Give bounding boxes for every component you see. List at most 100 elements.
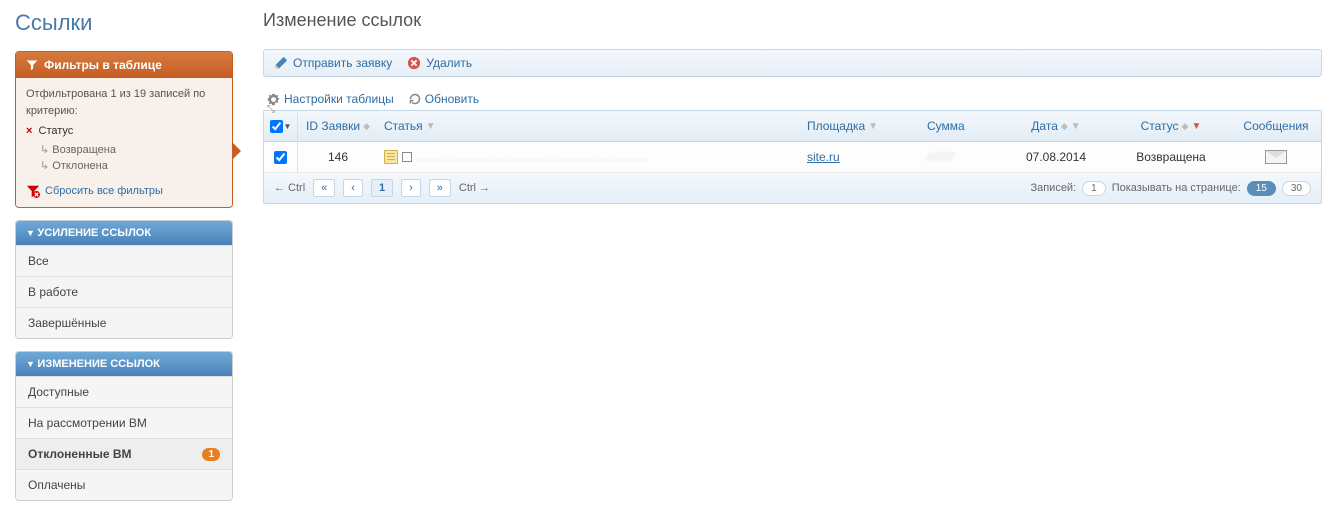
toolbar-label: Отправить заявку xyxy=(293,56,392,70)
sort-icon: ◆ xyxy=(363,121,370,132)
table-row: 146 ……………………………………………… site.ru //////// … xyxy=(264,142,1321,173)
filter-reset[interactable]: Сбросить все фильтры xyxy=(26,183,222,200)
col-label: Сообщения xyxy=(1243,119,1308,133)
filter-panel-header[interactable]: Фильтры в таблице xyxy=(16,52,232,78)
grid-header: ▼ ID Заявки◆ Статья▼ Площадка▼ Сумма Дат… xyxy=(264,111,1321,142)
per-page-option[interactable]: 15 xyxy=(1247,181,1276,196)
col-id[interactable]: ID Заявки◆ xyxy=(298,111,378,141)
ctrl-label: Обновить xyxy=(425,92,479,106)
filter-header-label: Фильтры в таблице xyxy=(44,58,162,72)
col-date[interactable]: Дата◆▼ xyxy=(1001,111,1111,141)
sidebar: Ссылки Фильтры в таблице Отфильтрована 1… xyxy=(15,10,233,513)
footer-right: Записей: 1 Показывать на странице: 15 30 xyxy=(1030,181,1311,196)
filter-panel: Фильтры в таблице Отфильтрована 1 из 19 … xyxy=(15,51,233,208)
page-first-button[interactable]: « xyxy=(313,179,335,197)
row-id: 146 xyxy=(298,142,378,172)
envelope-icon[interactable] xyxy=(1265,150,1287,164)
remove-criterion-icon[interactable]: × xyxy=(26,125,32,137)
reset-filter-icon xyxy=(26,184,40,198)
nav-badge: 1 xyxy=(202,448,220,461)
per-page-label: Показывать на странице: xyxy=(1112,182,1241,194)
pencil-icon xyxy=(274,56,288,70)
sort-icon: ◆ xyxy=(1061,121,1068,132)
col-status[interactable]: Статус◆▼ xyxy=(1111,111,1231,141)
funnel-icon xyxy=(26,59,38,71)
per-page-option[interactable]: 30 xyxy=(1282,181,1311,196)
col-sum[interactable]: Сумма xyxy=(921,111,1001,141)
filter-value: Возвращена xyxy=(40,142,222,159)
data-grid: ▼ ID Заявки◆ Статья▼ Площадка▼ Сумма Дат… xyxy=(263,110,1322,204)
page-last-button[interactable]: » xyxy=(429,179,451,197)
main-content: Изменение ссылок Отправить заявку Удалит… xyxy=(263,10,1322,513)
nav-item-label: Завершённые xyxy=(28,316,106,330)
document-icon[interactable] xyxy=(384,150,398,164)
row-sum: //////// xyxy=(921,142,1001,172)
sort-icon: ◆ xyxy=(1182,121,1189,132)
nav-item-all[interactable]: Все xyxy=(16,245,232,276)
nav-item-review[interactable]: На рассмотрении ВМ xyxy=(16,407,232,438)
filter-criterion-label: Статус xyxy=(39,125,74,137)
toolbar: Отправить заявку Удалить xyxy=(263,49,1322,77)
col-messages[interactable]: Сообщения xyxy=(1231,111,1321,141)
nav-item-inwork[interactable]: В работе xyxy=(16,276,232,307)
col-label: ID Заявки xyxy=(306,119,360,133)
select-all-checkbox[interactable] xyxy=(270,120,283,133)
col-label: Площадка xyxy=(807,119,865,133)
row-messages xyxy=(1231,142,1321,172)
table-controls: Настройки таблицы Обновить xyxy=(263,92,1322,106)
col-label: Дата xyxy=(1031,119,1058,133)
filter-icon[interactable]: ▼ xyxy=(1191,121,1201,132)
delete-button[interactable]: Удалить xyxy=(407,56,472,70)
nav-header[interactable]: УСИЛЕНИЕ ССЫЛОК xyxy=(16,221,232,245)
row-date: 07.08.2014 xyxy=(1001,142,1111,172)
refresh-button[interactable]: Обновить xyxy=(409,92,479,106)
page-prev-button[interactable]: ‹ xyxy=(343,179,363,197)
filter-icon[interactable]: ▼ xyxy=(1071,121,1081,132)
nav-item-available[interactable]: Доступные xyxy=(16,376,232,407)
resize-icon[interactable]: ⤡ xyxy=(267,104,275,115)
table-settings-button[interactable]: Настройки таблицы xyxy=(267,92,394,106)
filter-reset-link[interactable]: Сбросить все фильтры xyxy=(45,183,163,200)
ctrl-label: Настройки таблицы xyxy=(284,92,394,106)
nav-panel-change: ИЗМЕНЕНИЕ ССЫЛОК Доступные На рассмотрен… xyxy=(15,351,233,501)
col-article[interactable]: Статья▼ xyxy=(378,111,801,141)
ctrl-hint-right: Ctrl → xyxy=(459,182,490,194)
nav-item-label: Все xyxy=(28,254,49,268)
site-link[interactable]: site.ru xyxy=(807,150,840,164)
col-label: Статус xyxy=(1141,119,1179,133)
filter-criterion: × Статус xyxy=(26,123,222,140)
nav-item-label: Доступные xyxy=(28,385,89,399)
col-site[interactable]: Площадка▼ xyxy=(801,111,921,141)
filter-arrow-icon xyxy=(232,142,241,160)
records-count: 1 xyxy=(1082,181,1106,196)
sidebar-title: Ссылки xyxy=(15,10,233,36)
header-checkbox[interactable]: ▼ xyxy=(264,111,298,141)
row-article: ……………………………………………… xyxy=(378,142,801,172)
send-request-button[interactable]: Отправить заявку xyxy=(274,56,392,70)
filter-icon[interactable]: ▼ xyxy=(426,121,436,132)
grid-footer: ← Ctrl « ‹ 1 › » Ctrl → Записей: 1 Показ… xyxy=(264,173,1321,203)
delete-icon xyxy=(407,56,421,70)
toolbar-label: Удалить xyxy=(426,56,472,70)
nav-item-label: Оплачены xyxy=(28,478,85,492)
article-text: ……………………………………………… xyxy=(416,150,650,164)
chevron-down-icon[interactable]: ▼ xyxy=(284,122,292,131)
page-number[interactable]: 1 xyxy=(371,179,393,197)
refresh-icon xyxy=(409,93,421,105)
filter-summary: Отфильтрована 1 из 19 записей по критери… xyxy=(26,86,222,119)
nav-item-rejected[interactable]: Отклоненные ВМ 1 xyxy=(16,438,232,469)
row-checkbox[interactable] xyxy=(274,151,287,164)
row-status: Возвращена xyxy=(1111,142,1231,172)
external-link-icon[interactable] xyxy=(402,152,412,162)
nav-item-label: В работе xyxy=(28,285,78,299)
col-label: Сумма xyxy=(927,119,965,133)
nav-item-done[interactable]: Завершённые xyxy=(16,307,232,338)
nav-item-paid[interactable]: Оплачены xyxy=(16,469,232,500)
nav-header[interactable]: ИЗМЕНЕНИЕ ССЫЛОК xyxy=(16,352,232,376)
page-next-button[interactable]: › xyxy=(401,179,421,197)
filter-icon[interactable]: ▼ xyxy=(868,121,878,132)
ctrl-hint-left: ← Ctrl xyxy=(274,182,305,194)
filter-value: Отклонена xyxy=(40,158,222,175)
page-title: Изменение ссылок xyxy=(263,10,1322,31)
nav-item-label: Отклоненные ВМ xyxy=(28,447,132,461)
